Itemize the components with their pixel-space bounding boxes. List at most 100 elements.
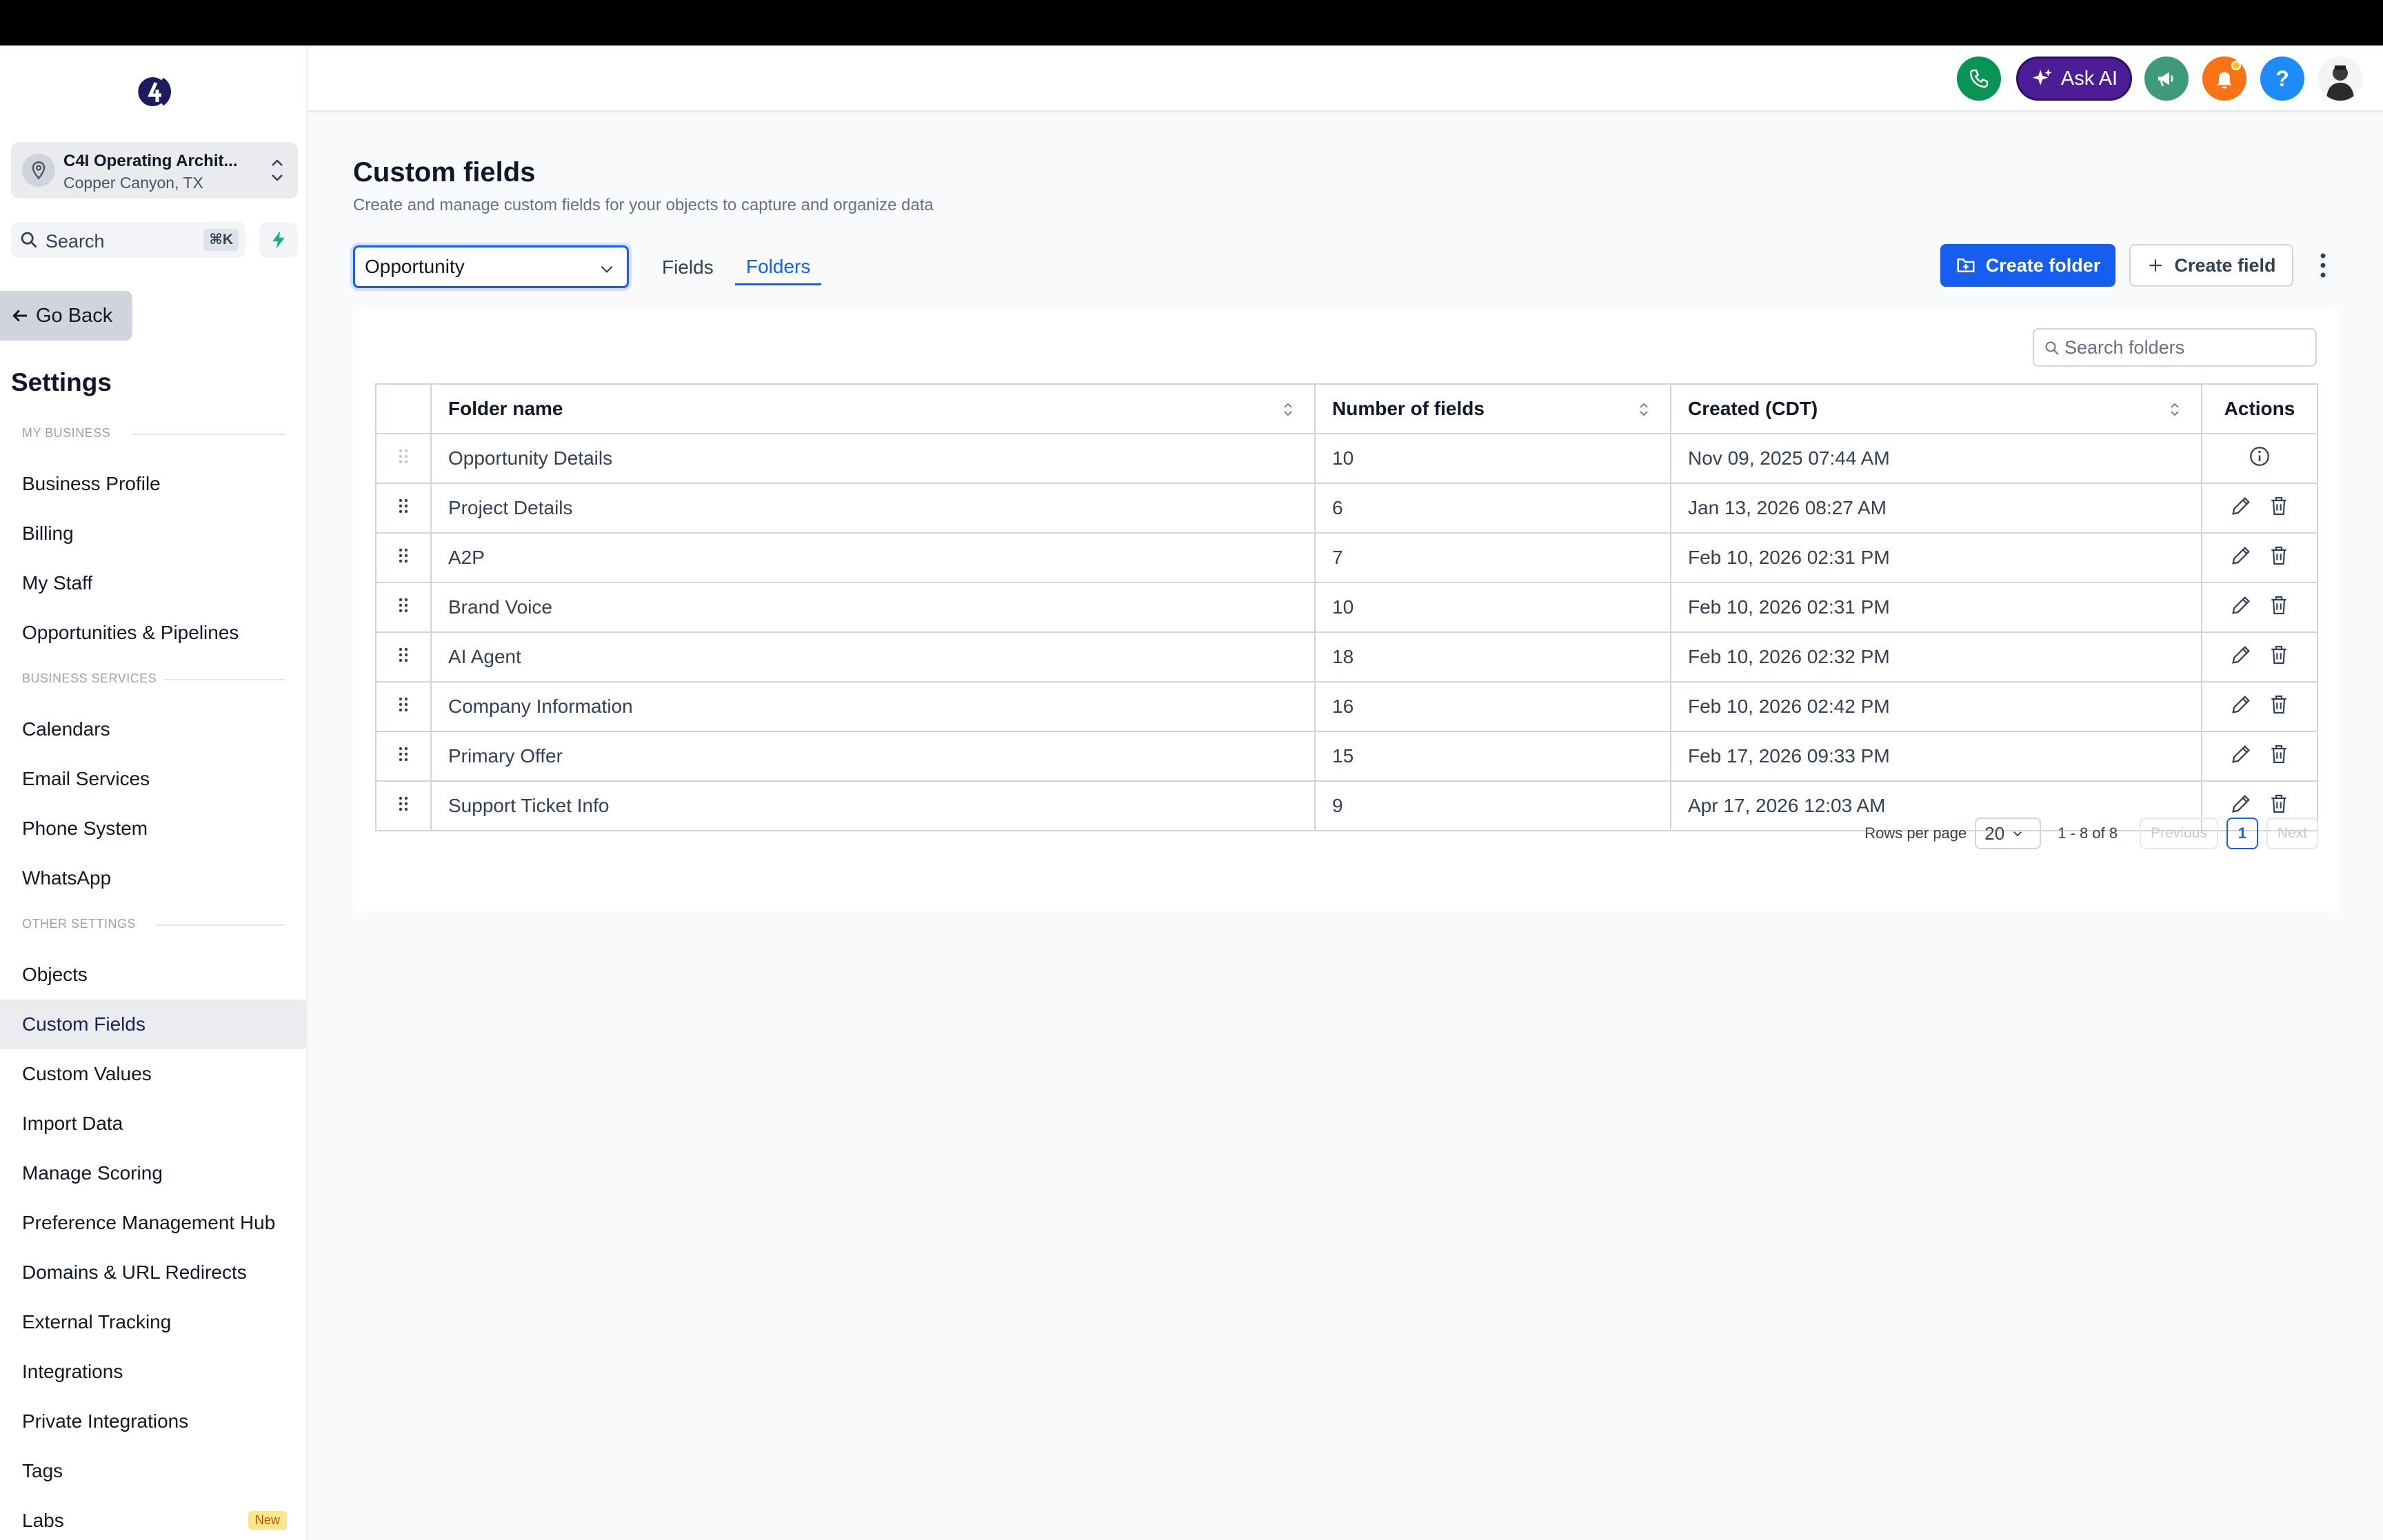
trash-icon[interactable] bbox=[2268, 594, 2290, 617]
header-number-of-fields[interactable]: Number of fields bbox=[1314, 383, 1671, 434]
phone-button[interactable] bbox=[1957, 57, 2001, 101]
table-row[interactable]: Company Information 16 Feb 10, 2026 02:42 … bbox=[375, 681, 2318, 732]
tab-fields[interactable]: Fields bbox=[662, 250, 714, 285]
pencil-icon[interactable] bbox=[2229, 742, 2253, 766]
pencil-icon[interactable] bbox=[2229, 792, 2253, 815]
drag-handle[interactable] bbox=[375, 681, 432, 732]
pencil-icon[interactable] bbox=[2229, 544, 2253, 567]
row-actions bbox=[2229, 494, 2290, 518]
pencil-icon[interactable] bbox=[2229, 643, 2253, 667]
rows-per-page-select[interactable]: 20 bbox=[1975, 818, 2042, 849]
sidebar-item-import-data[interactable]: Import Data bbox=[0, 1099, 306, 1148]
sidebar-item-business-profile[interactable]: Business Profile bbox=[0, 459, 306, 509]
drag-handle[interactable] bbox=[375, 582, 432, 633]
page-number-button[interactable]: 1 bbox=[2226, 818, 2258, 849]
trash-icon[interactable] bbox=[2268, 643, 2290, 667]
global-search[interactable]: Search ⌘K bbox=[11, 222, 245, 258]
object-select[interactable]: Opportunity bbox=[353, 245, 629, 288]
table-row[interactable]: A2P 7 Feb 10, 2026 02:31 PM bbox=[375, 532, 2318, 583]
trash-icon[interactable] bbox=[2268, 544, 2290, 567]
pencil-icon[interactable] bbox=[2229, 494, 2253, 518]
sidebar-item-objects[interactable]: Objects bbox=[0, 950, 306, 1000]
row-actions bbox=[2229, 693, 2290, 716]
section-divider bbox=[156, 924, 285, 926]
trash-icon[interactable] bbox=[2268, 792, 2290, 815]
actions-cell bbox=[2201, 731, 2318, 782]
sidebar-item-calendars[interactable]: Calendars bbox=[0, 705, 306, 754]
user-avatar[interactable] bbox=[2318, 57, 2362, 101]
created-date-cell: Feb 10, 2026 02:31 PM bbox=[1670, 582, 2202, 633]
search-folders-input[interactable]: Search folders bbox=[2033, 328, 2317, 367]
drag-handle[interactable] bbox=[375, 433, 432, 484]
pencil-icon[interactable] bbox=[2229, 594, 2253, 617]
sidebar-item-email-services[interactable]: Email Services bbox=[0, 754, 306, 804]
sidebar-item-my-staff[interactable]: My Staff bbox=[0, 558, 306, 608]
info-icon[interactable] bbox=[2248, 445, 2271, 468]
sidebar-item-integrations[interactable]: Integrations bbox=[0, 1347, 306, 1397]
sidebar-item-billing[interactable]: Billing bbox=[0, 509, 306, 558]
next-page-button[interactable]: Next bbox=[2266, 818, 2318, 849]
table-row[interactable]: Project Details 6 Jan 13, 2026 08:27 AM bbox=[375, 483, 2318, 534]
sidebar-item-external-tracking[interactable]: External Tracking bbox=[0, 1297, 306, 1347]
sidebar-item-tags[interactable]: Tags bbox=[0, 1446, 306, 1496]
folder-name-cell: Company Information bbox=[430, 681, 1316, 732]
table-row[interactable]: Brand Voice 10 Feb 10, 2026 02:31 PM bbox=[375, 582, 2318, 633]
drag-handle[interactable] bbox=[375, 631, 432, 682]
sidebar-item-preference-management-hub[interactable]: Preference Management Hub bbox=[0, 1198, 306, 1248]
drag-handle[interactable] bbox=[375, 532, 432, 583]
table-row[interactable]: Primary Offer 15 Feb 17, 2026 09:33 PM bbox=[375, 731, 2318, 782]
drag-handle[interactable] bbox=[375, 780, 432, 831]
create-field-button[interactable]: Create field bbox=[2129, 244, 2293, 287]
ask-ai-button[interactable]: Ask AI bbox=[2016, 57, 2132, 101]
drag-handle[interactable] bbox=[375, 731, 432, 782]
chevron-down-icon bbox=[2013, 831, 2022, 837]
sort-icon[interactable] bbox=[1283, 401, 1294, 418]
table-row[interactable]: AI Agent 18 Feb 10, 2026 02:32 PM bbox=[375, 631, 2318, 682]
sort-icon[interactable] bbox=[1638, 401, 1649, 418]
pagination: Rows per page 20 1 - 8 of 8 Previous 1 N… bbox=[1864, 816, 2318, 851]
sidebar-item-custom-fields[interactable]: Custom Fields bbox=[0, 1000, 306, 1049]
sidebar-item-domains-url-redirects[interactable]: Domains & URL Redirects bbox=[0, 1248, 306, 1297]
search-shortcut: ⌘K bbox=[203, 229, 239, 251]
help-button[interactable]: ? bbox=[2260, 57, 2304, 101]
row-actions bbox=[2229, 792, 2290, 815]
previous-page-button[interactable]: Previous bbox=[2140, 818, 2218, 849]
sidebar-item-custom-values[interactable]: Custom Values bbox=[0, 1049, 306, 1099]
page-title: Custom fields bbox=[353, 157, 536, 188]
table-row[interactable]: Opportunity Details 10 Nov 09, 2025 07:44 … bbox=[375, 433, 2318, 484]
number-of-fields-cell: 15 bbox=[1314, 731, 1671, 782]
quick-actions-button[interactable] bbox=[259, 222, 298, 258]
sidebar-item-opportunities-pipelines[interactable]: Opportunities & Pipelines bbox=[0, 608, 306, 658]
section-divider bbox=[164, 679, 285, 680]
pencil-icon[interactable] bbox=[2229, 693, 2253, 716]
app-logo-icon[interactable] bbox=[134, 69, 174, 112]
location-switcher[interactable]: C4I Operating Archit... Copper Canyon, T… bbox=[11, 142, 298, 199]
header-folder-name[interactable]: Folder name bbox=[430, 383, 1316, 434]
sidebar-item-whatsapp[interactable]: WhatsApp bbox=[0, 853, 306, 903]
drag-handle-icon bbox=[399, 498, 408, 514]
sidebar-item-phone-system[interactable]: Phone System bbox=[0, 804, 306, 853]
create-folder-button[interactable]: Create folder bbox=[1940, 244, 2115, 287]
sort-icon[interactable] bbox=[2169, 401, 2180, 418]
trash-icon[interactable] bbox=[2268, 693, 2290, 716]
trash-icon[interactable] bbox=[2268, 742, 2290, 766]
trash-icon[interactable] bbox=[2268, 494, 2290, 518]
header-actions: Actions bbox=[2201, 383, 2318, 434]
sidebar-item-private-integrations[interactable]: Private Integrations bbox=[0, 1397, 306, 1446]
drag-handle-icon bbox=[399, 598, 408, 613]
create-field-label: Create field bbox=[2174, 254, 2276, 276]
actions-cell bbox=[2201, 631, 2318, 682]
notifications-button[interactable] bbox=[2202, 57, 2246, 101]
folder-plus-icon bbox=[1957, 259, 1975, 272]
drag-handle[interactable] bbox=[375, 483, 432, 534]
go-back-button[interactable]: Go Back bbox=[0, 291, 132, 341]
created-date-cell: Feb 17, 2026 09:33 PM bbox=[1670, 731, 2202, 782]
tab-folders[interactable]: Folders bbox=[735, 250, 822, 285]
sidebar-item-manage-scoring[interactable]: Manage Scoring bbox=[0, 1148, 306, 1198]
more-options-button[interactable] bbox=[2313, 248, 2333, 283]
announcements-button[interactable] bbox=[2144, 57, 2189, 101]
folder-name-cell: Support Ticket Info bbox=[430, 780, 1316, 831]
search-icon bbox=[2045, 341, 2059, 355]
header-created[interactable]: Created (CDT) bbox=[1670, 383, 2202, 434]
sidebar-item-labs[interactable]: Labs New bbox=[0, 1496, 306, 1540]
